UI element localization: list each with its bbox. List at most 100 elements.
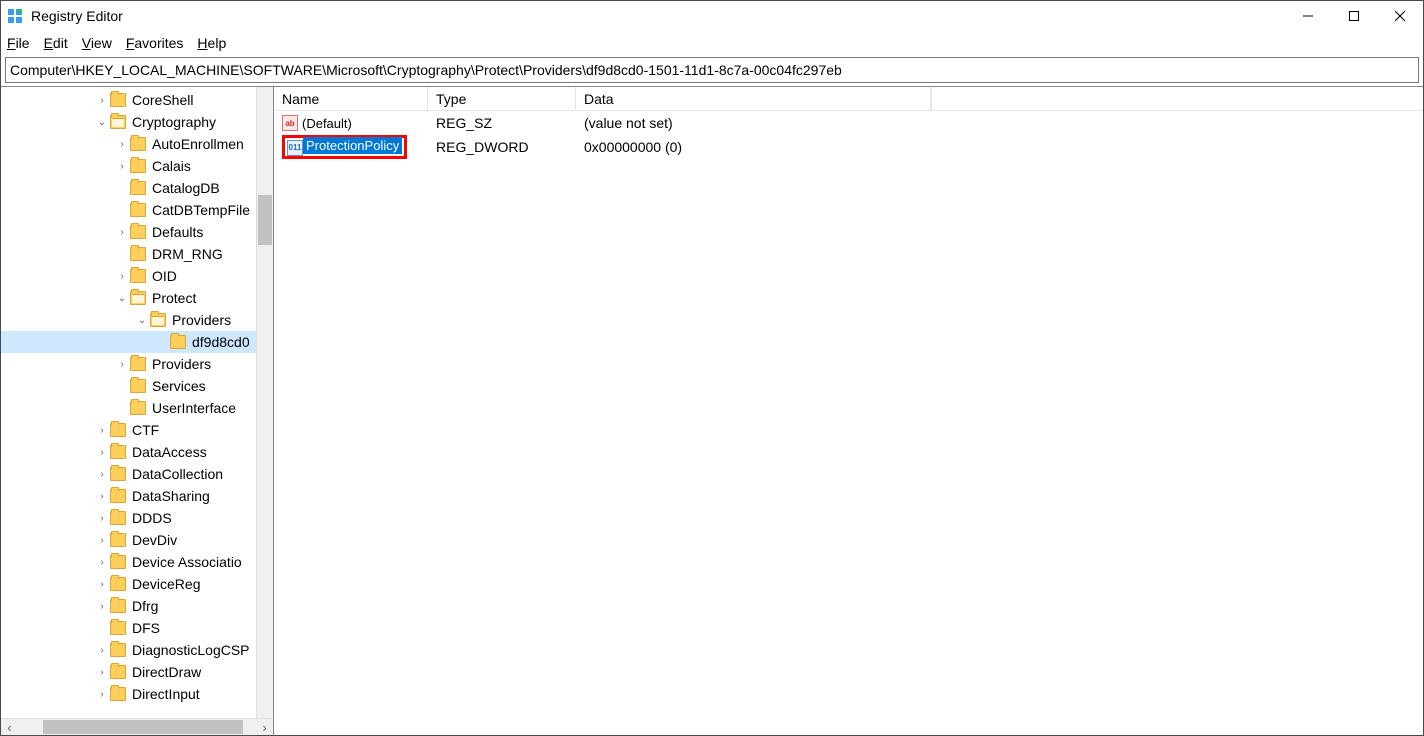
tree-item[interactable]: ›OID [1,265,256,287]
horizontal-scrollbar[interactable]: ‹ › [1,718,273,735]
column-header-data[interactable]: Data [576,87,931,110]
values-list[interactable]: ab(Default)REG_SZ(value not set)011Prote… [274,111,1423,735]
tree-item-label: DiagnosticLogCSP [132,642,250,658]
tree-item[interactable]: ›Defaults [1,221,256,243]
chevron-right-icon[interactable]: › [96,513,108,524]
tree-item[interactable]: ›AutoEnrollmen [1,133,256,155]
value-name: ProtectionPolicy [303,137,402,154]
tree-item-label: df9d8cd0 [192,334,250,350]
chevron-right-icon[interactable]: › [96,95,108,106]
tree-item[interactable]: ›DirectDraw [1,661,256,683]
tree-item[interactable]: ›DataSharing [1,485,256,507]
chevron-right-icon[interactable]: › [96,425,108,436]
folder-icon [170,335,186,349]
tree-item[interactable]: ›DDDS [1,507,256,529]
tree-item[interactable]: › DeviceReg [1,573,256,595]
tree-item[interactable]: CatDBTempFile [1,199,256,221]
chevron-right-icon[interactable]: › [96,557,108,568]
tree-item[interactable]: ›Dfrg [1,595,256,617]
scroll-right-icon[interactable]: › [256,719,273,735]
address-text: Computer\HKEY_LOCAL_MACHINE\SOFTWARE\Mic… [10,62,842,78]
tree-item[interactable]: CatalogDB [1,177,256,199]
tree-item[interactable]: › CTF [1,419,256,441]
folder-icon [110,555,126,569]
scroll-left-icon[interactable]: ‹ [1,719,18,735]
tree-item[interactable]: ›CoreShell [1,89,256,111]
folder-icon [110,643,126,657]
tree-item-label: CTF [132,422,159,438]
chevron-right-icon[interactable]: › [96,447,108,458]
value-type: REG_SZ [428,115,576,131]
tree-item-label: Device Associatio [132,554,242,570]
menu-favorites[interactable]: Favorites [126,35,184,51]
tree-item[interactable]: df9d8cd0 [1,331,256,353]
folder-open-icon [150,313,166,327]
menu-file[interactable]: File [7,35,30,51]
tree-item[interactable]: ⌄Providers [1,309,256,331]
minimize-button[interactable] [1285,1,1331,31]
scrollbar-thumb[interactable] [258,195,272,245]
chevron-right-icon[interactable]: › [116,139,128,150]
column-header-spacer [931,87,1423,110]
chevron-right-icon[interactable]: › [96,667,108,678]
tree-item[interactable]: UserInterface [1,397,256,419]
close-button[interactable] [1377,1,1423,31]
tree-item-label: DataAccess [132,444,207,460]
chevron-right-icon[interactable]: › [96,469,108,480]
chevron-right-icon[interactable]: › [96,689,108,700]
tree-item[interactable]: › DiagnosticLogCSP [1,639,256,661]
address-bar[interactable]: Computer\HKEY_LOCAL_MACHINE\SOFTWARE\Mic… [5,57,1419,83]
folder-icon [110,665,126,679]
regedit-icon [7,8,23,24]
chevron-down-icon[interactable]: ⌄ [136,315,148,326]
chevron-right-icon[interactable]: › [96,579,108,590]
menu-help[interactable]: Help [197,35,226,51]
values-pane: Name Type Data ab(Default)REG_SZ(value n… [274,87,1423,735]
chevron-right-icon[interactable]: › [96,535,108,546]
folder-icon [110,687,126,701]
tree-item[interactable]: DFS [1,617,256,639]
tree-item-label: DataCollection [132,466,223,482]
vertical-scrollbar[interactable] [256,87,273,718]
chevron-right-icon[interactable]: › [96,491,108,502]
folder-icon [130,247,146,261]
tree-item[interactable]: ⌄Protect [1,287,256,309]
tree-item[interactable]: ›DevDiv [1,529,256,551]
column-header-type[interactable]: Type [428,87,576,110]
tree-item-label: DeviceReg [132,576,200,592]
folder-icon [130,181,146,195]
window-title: Registry Editor [31,8,1285,24]
chevron-right-icon[interactable]: › [116,359,128,370]
tree-item[interactable]: ›Calais [1,155,256,177]
folder-icon [110,621,126,635]
chevron-down-icon[interactable]: ⌄ [96,117,108,128]
tree-item[interactable]: DRM_RNG [1,243,256,265]
chevron-right-icon[interactable]: › [116,227,128,238]
chevron-right-icon[interactable]: › [96,601,108,612]
chevron-right-icon[interactable]: › [116,271,128,282]
tree-item[interactable]: › DataCollection [1,463,256,485]
main-split: ›CoreShell⌄Cryptography›AutoEnrollmen›Ca… [1,86,1423,735]
tree-item-label: CatalogDB [152,180,220,196]
maximize-button[interactable] [1331,1,1377,31]
chevron-right-icon[interactable]: › [96,645,108,656]
chevron-down-icon[interactable]: ⌄ [116,293,128,304]
tree-item-label: Cryptography [132,114,216,130]
value-row[interactable]: 011ProtectionPolicyREG_DWORD0x00000000 (… [274,135,1423,159]
tree-item[interactable]: Services [1,375,256,397]
tree-item[interactable]: › DataAccess [1,441,256,463]
tree-view[interactable]: ›CoreShell⌄Cryptography›AutoEnrollmen›Ca… [1,87,256,718]
column-header-name[interactable]: Name [274,87,428,110]
folder-icon [110,511,126,525]
tree-item[interactable]: › Device Associatio [1,551,256,573]
folder-icon [110,423,126,437]
tree-item[interactable]: ›DirectInput [1,683,256,705]
menu-edit[interactable]: Edit [44,35,68,51]
scrollbar-thumb[interactable] [43,720,243,734]
tree-item[interactable]: ⌄ Cryptography [1,111,256,133]
chevron-right-icon[interactable]: › [116,161,128,172]
value-data: (value not set) [576,115,931,131]
menu-view[interactable]: View [82,35,112,51]
tree-item[interactable]: ›Providers [1,353,256,375]
value-row[interactable]: ab(Default)REG_SZ(value not set) [274,111,1423,135]
